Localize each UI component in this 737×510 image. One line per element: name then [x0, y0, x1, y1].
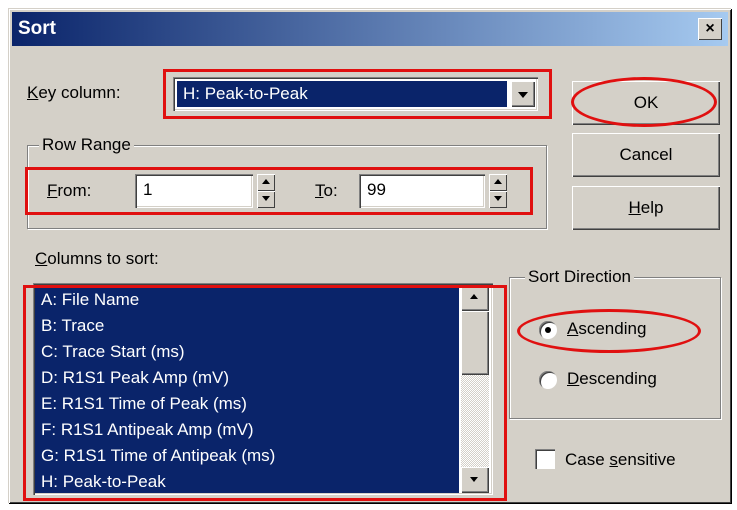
to-down-button[interactable] — [489, 191, 507, 208]
from-label: From: — [47, 181, 92, 200]
descending-label[interactable]: Descending — [567, 369, 657, 389]
ascending-radio[interactable] — [539, 321, 557, 339]
close-button[interactable]: × — [698, 18, 722, 40]
from-input[interactable]: 1 — [135, 174, 253, 208]
radio-dot-icon — [545, 327, 551, 333]
scroll-down-button[interactable] — [461, 467, 489, 493]
key-column-dropdown[interactable]: H: Peak-to-Peak — [173, 77, 538, 111]
key-column-label: Key column: — [27, 83, 121, 102]
help-button[interactable]: Help — [572, 186, 720, 230]
to-input[interactable]: 99 — [359, 174, 485, 208]
from-stepper[interactable] — [257, 174, 275, 208]
scroll-up-button[interactable] — [461, 285, 489, 311]
case-sensitive-checkbox[interactable] — [535, 449, 555, 469]
list-item[interactable]: A: File Name — [41, 287, 139, 313]
ok-button[interactable]: OK — [572, 81, 720, 125]
arrow-up-icon — [262, 179, 270, 184]
list-scrollbar[interactable] — [461, 285, 489, 493]
to-value: 99 — [367, 180, 386, 199]
to-label: To: — [315, 181, 338, 200]
cancel-button[interactable]: Cancel — [572, 133, 720, 177]
key-column-value: H: Peak-to-Peak — [177, 81, 507, 107]
row-range-label: Row Range — [39, 135, 134, 155]
list-item[interactable]: E: R1S1 Time of Peak (ms) — [41, 391, 247, 417]
columns-list: A: File Name B: Trace C: Trace Start (ms… — [35, 285, 459, 493]
sort-dialog: Sort × Key column: H: Peak-to-Peak Row R… — [8, 8, 731, 503]
chevron-down-icon — [518, 92, 528, 98]
list-item[interactable]: C: Trace Start (ms) — [41, 339, 185, 365]
list-item[interactable]: B: Trace — [41, 313, 104, 339]
ascending-label[interactable]: Ascending — [567, 319, 646, 339]
from-down-button[interactable] — [257, 191, 275, 208]
to-up-button[interactable] — [489, 174, 507, 191]
scroll-thumb[interactable] — [461, 311, 489, 375]
sort-direction-group — [509, 277, 721, 419]
close-icon: × — [705, 20, 715, 37]
descending-radio[interactable] — [539, 371, 557, 389]
list-item[interactable]: G: R1S1 Time of Antipeak (ms) — [41, 443, 275, 469]
arrow-down-icon — [470, 477, 478, 482]
columns-label: Columns to sort: — [35, 249, 159, 268]
arrow-down-icon — [262, 196, 270, 201]
arrow-down-icon — [494, 196, 502, 201]
case-sensitive-label[interactable]: Case sensitive — [565, 450, 676, 470]
sort-direction-label: Sort Direction — [525, 267, 634, 287]
list-item[interactable]: D: R1S1 Peak Amp (mV) — [41, 365, 229, 391]
window-title: Sort — [18, 18, 56, 39]
dropdown-button[interactable] — [511, 81, 535, 107]
arrow-up-icon — [494, 179, 502, 184]
from-up-button[interactable] — [257, 174, 275, 191]
list-item[interactable]: H: Peak-to-Peak — [41, 469, 166, 493]
arrow-up-icon — [470, 294, 478, 299]
list-item[interactable]: F: R1S1 Antipeak Amp (mV) — [41, 417, 254, 443]
title-bar[interactable]: Sort × — [12, 12, 728, 46]
to-stepper[interactable] — [489, 174, 507, 208]
columns-listbox[interactable]: A: File Name B: Trace C: Trace Start (ms… — [33, 283, 493, 495]
from-value: 1 — [143, 180, 153, 199]
